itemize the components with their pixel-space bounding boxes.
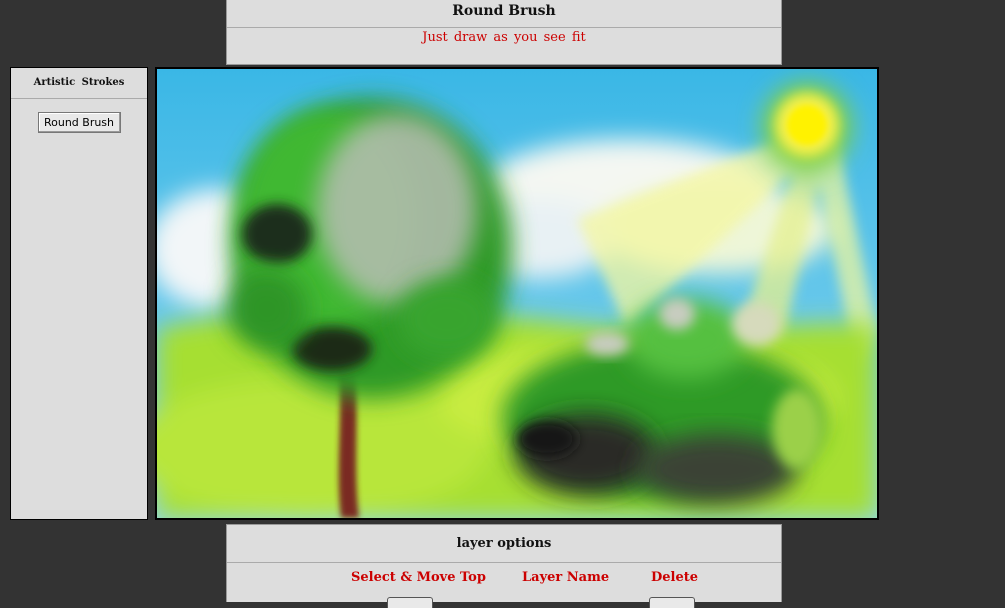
tool-instructions: Just draw as you see fit — [422, 30, 586, 45]
delete-header: Delete — [651, 570, 699, 585]
select-move-top-header: Select & Move Top — [351, 570, 486, 585]
select-layer-button[interactable] — [387, 597, 433, 608]
delete-layer-button[interactable] — [649, 597, 695, 608]
painting-canvas[interactable] — [157, 69, 877, 518]
round-brush-button[interactable]: Round Brush — [37, 112, 121, 133]
sidebar-title: Artistic Strokes — [11, 68, 147, 99]
tool-title: Round Brush — [227, 0, 781, 28]
drawing-canvas[interactable] — [155, 67, 879, 520]
layer-options-title: layer options — [227, 525, 781, 563]
tool-sidebar: Artistic Strokes Round Brush — [10, 67, 148, 520]
layer-name-header: Layer Name — [522, 570, 610, 585]
sun — [762, 82, 852, 172]
layer-options-panel: layer options Select & Move Top Layer Na… — [226, 524, 782, 608]
header-panel: Round Brush Just draw as you see fit — [226, 0, 782, 65]
